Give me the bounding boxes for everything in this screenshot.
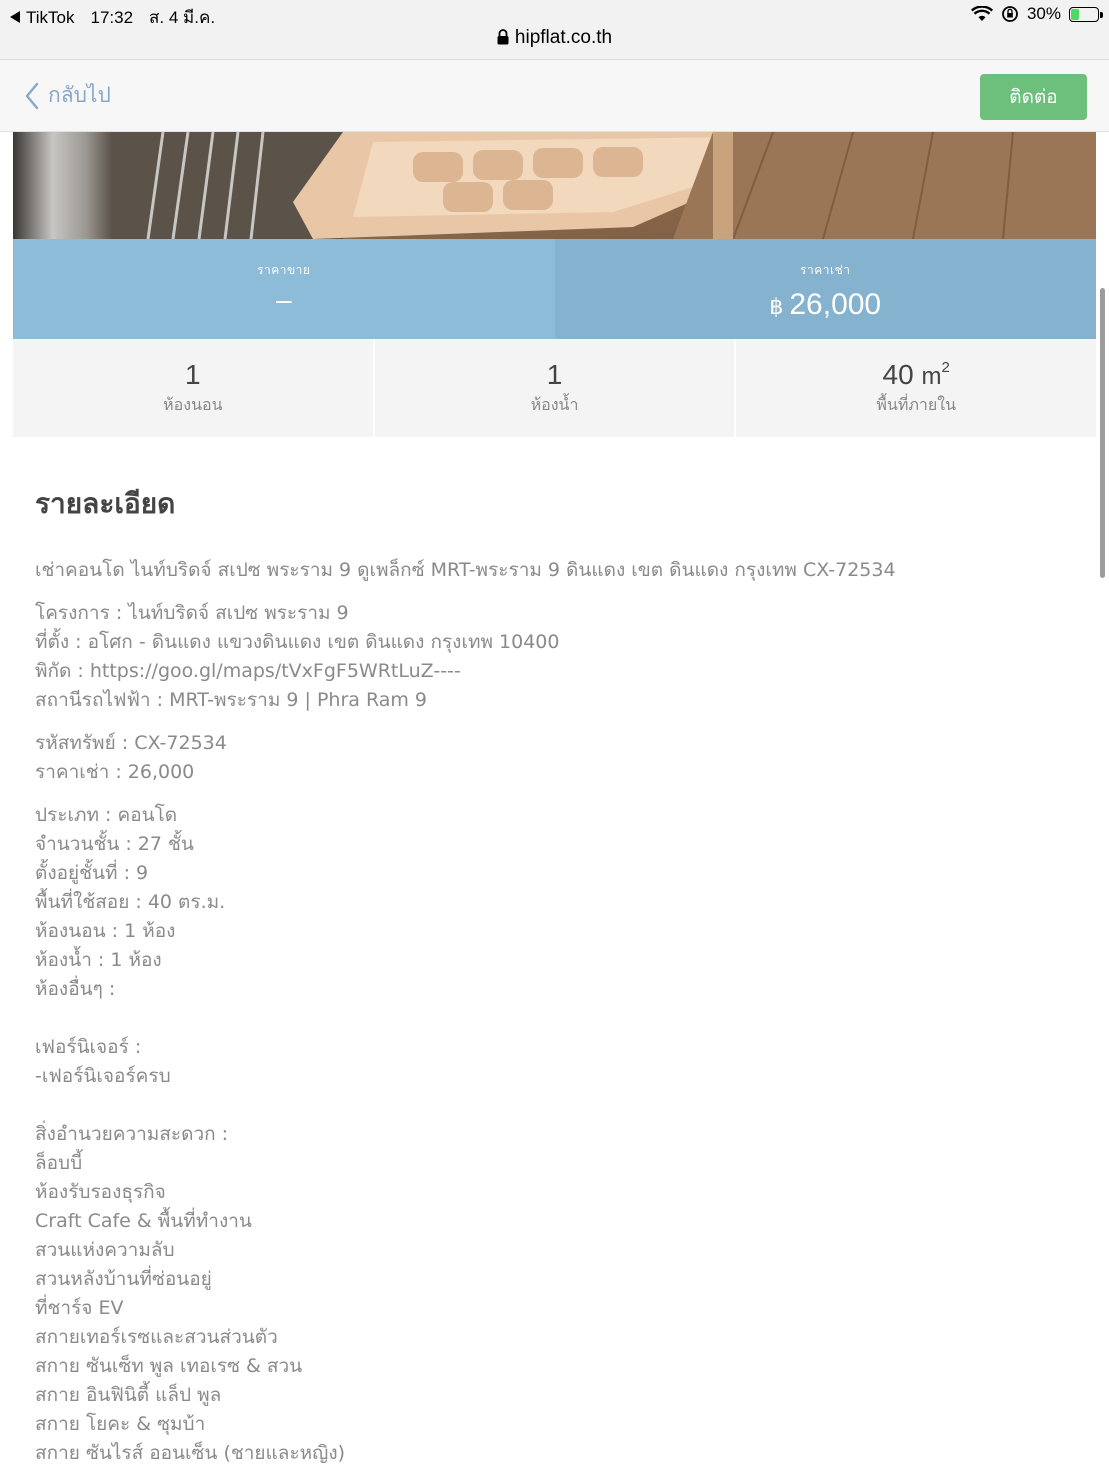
spec-line: ประเภท : คอนโด — [35, 804, 178, 826]
back-triangle-icon — [10, 10, 20, 23]
area-value-row: 40 m2 — [736, 359, 1096, 391]
details-code: รหัสทรัพย์ : CX-72534 ราคาเช่า : 26,000 — [35, 729, 1075, 787]
sale-price-value: – — [275, 284, 292, 315]
chevron-left-icon — [25, 82, 39, 109]
bathrooms-label: ห้องน้ำ — [530, 395, 579, 414]
code-line: รหัสทรัพย์ : CX-72534 — [35, 732, 227, 754]
sale-price-box: ราคาขาย – — [13, 239, 555, 339]
area-value: 40 — [882, 359, 914, 390]
price-band: ราคาขาย – ราคาเช่า ฿ 26,000 — [13, 239, 1096, 339]
area-unit-sup: 2 — [941, 359, 950, 376]
battery-percent: 30% — [1026, 4, 1061, 23]
battery-icon — [1069, 6, 1103, 22]
property-stats: 1 ห้องนอน 1 ห้องน้ำ 40 m2 พื้นที่ภายใน — [13, 339, 1096, 437]
location-line: สถานีรถไฟฟ้า : MRT-พระราม 9 | Phra Ram 9 — [35, 689, 428, 711]
stat-bathrooms: 1 ห้องน้ำ — [375, 339, 737, 437]
facility-line: สิ่งอำนวยความสะดวก : — [35, 1123, 229, 1145]
back-app-label: TikTok — [26, 7, 75, 27]
url-text: hipflat.co.th — [514, 27, 613, 48]
rent-price: ฿ 26,000 — [555, 288, 1097, 322]
details-location: โครงการ : ไนท์บริดจ์ สเปซ พระราม 9 ที่ตั… — [35, 599, 1075, 715]
contact-button[interactable]: ติดต่อ — [980, 74, 1087, 120]
rent-price-label: ราคาเช่า — [800, 263, 851, 277]
location-line: ที่ตั้ง : อโศก - ดินแดง แขวงดินแดง เขต ด… — [35, 631, 560, 653]
details-specs: ประเภท : คอนโด จำนวนชั้น : 27 ชั้น ตั้งอ… — [35, 801, 1075, 1468]
facility-line: สกาย ซันเซ็ท พูล เทอเรซ & สวน — [35, 1355, 303, 1377]
back-to-app-link[interactable]: TikTok — [10, 8, 75, 28]
back-label: กลับไป — [48, 83, 111, 107]
scrollbar[interactable] — [1100, 288, 1105, 578]
wifi-icon — [970, 6, 993, 21]
status-right: 30% — [970, 4, 1103, 24]
rent-price-box: ราคาเช่า ฿ 26,000 — [554, 239, 1097, 339]
top-nav: กลับไป ติดต่อ — [0, 60, 1109, 132]
bathrooms-value: 1 — [546, 359, 563, 390]
address-bar[interactable]: hipflat.co.th — [0, 27, 1109, 49]
stat-area: 40 m2 พื้นที่ภายใน — [736, 339, 1096, 437]
code-line: ราคาเช่า : 26,000 — [35, 761, 195, 783]
back-button[interactable]: กลับไป — [24, 79, 111, 112]
facility-line: Craft Cafe & พื้นที่ทำงาน — [35, 1210, 252, 1232]
spec-line: ห้องน้ำ : 1 ห้อง — [35, 949, 162, 971]
facility-line: สกาย โยคะ & ซุมบ้า — [35, 1413, 206, 1435]
area-label: พื้นที่ภายใน — [876, 395, 957, 414]
listing-photo-image — [13, 132, 1096, 239]
stat-bedrooms: 1 ห้องนอน — [13, 339, 375, 437]
location-line: พิกัด : https://goo.gl/maps/tVxFgF5WRtLu… — [35, 660, 461, 682]
summary-line: เช่าคอนโด ไนท์บริดจ์ สเปซ พระราม 9 ดูเพล… — [35, 559, 896, 581]
facility-line: สวนแห่งความลับ — [35, 1239, 175, 1261]
spec-line: ห้องนอน : 1 ห้อง — [35, 920, 176, 942]
status-bar: TikTok 17:32 ส. 4 มี.ค. 30% hipflat.co.t… — [0, 0, 1109, 60]
listing-photo[interactable] — [13, 132, 1096, 239]
furniture-line: เฟอร์นิเจอร์ : — [35, 1036, 142, 1058]
facility-line: ที่ชาร์จ EV — [35, 1297, 124, 1319]
spec-line: จำนวนชั้น : 27 ชั้น — [35, 833, 194, 855]
baht-symbol: ฿ — [769, 294, 784, 319]
facility-line: สกาย ซันไรส์ ออนเซ็น (ชายและหญิง) — [35, 1442, 346, 1464]
facility-line: สวนหลังบ้านที่ซ่อนอยู่ — [35, 1268, 212, 1290]
facility-line: ล็อบบี้ — [35, 1152, 83, 1174]
bedrooms-value: 1 — [185, 359, 201, 390]
spec-line: ตั้งอยู่ชั้นที่ : 9 — [35, 862, 149, 884]
rent-price-value: 26,000 — [789, 288, 882, 321]
location-line: โครงการ : ไนท์บริดจ์ สเปซ พระราม 9 — [35, 602, 349, 624]
lock-icon — [497, 29, 509, 45]
sale-price-label: ราคาขาย — [257, 263, 311, 277]
details-summary: เช่าคอนโด ไนท์บริดจ์ สเปซ พระราม 9 ดูเพล… — [35, 556, 1075, 585]
spec-line: ห้องอื่นๆ : — [35, 978, 116, 1000]
facility-line: ห้องรับรองธุรกิจ — [35, 1181, 166, 1203]
bedrooms-label: ห้องนอน — [163, 395, 223, 414]
rotation-lock-icon — [1002, 6, 1018, 22]
facility-line: สกายเทอร์เรซและสวนส่วนตัว — [35, 1326, 278, 1348]
spec-line: พื้นที่ใช้สอย : 40 ตร.ม. — [35, 891, 226, 913]
area-unit: m — [921, 363, 942, 390]
status-time: 17:32 — [90, 7, 134, 27]
details-section: รายละเอียด เช่าคอนโด ไนท์บริดจ์ สเปซ พระ… — [35, 482, 1075, 1479]
facility-line: สกาย อินฟินิตี้ แล็ป พูล — [35, 1384, 222, 1406]
details-heading: รายละเอียด — [35, 487, 176, 520]
furniture-line: -เฟอร์นิเจอร์ครบ — [35, 1065, 171, 1087]
